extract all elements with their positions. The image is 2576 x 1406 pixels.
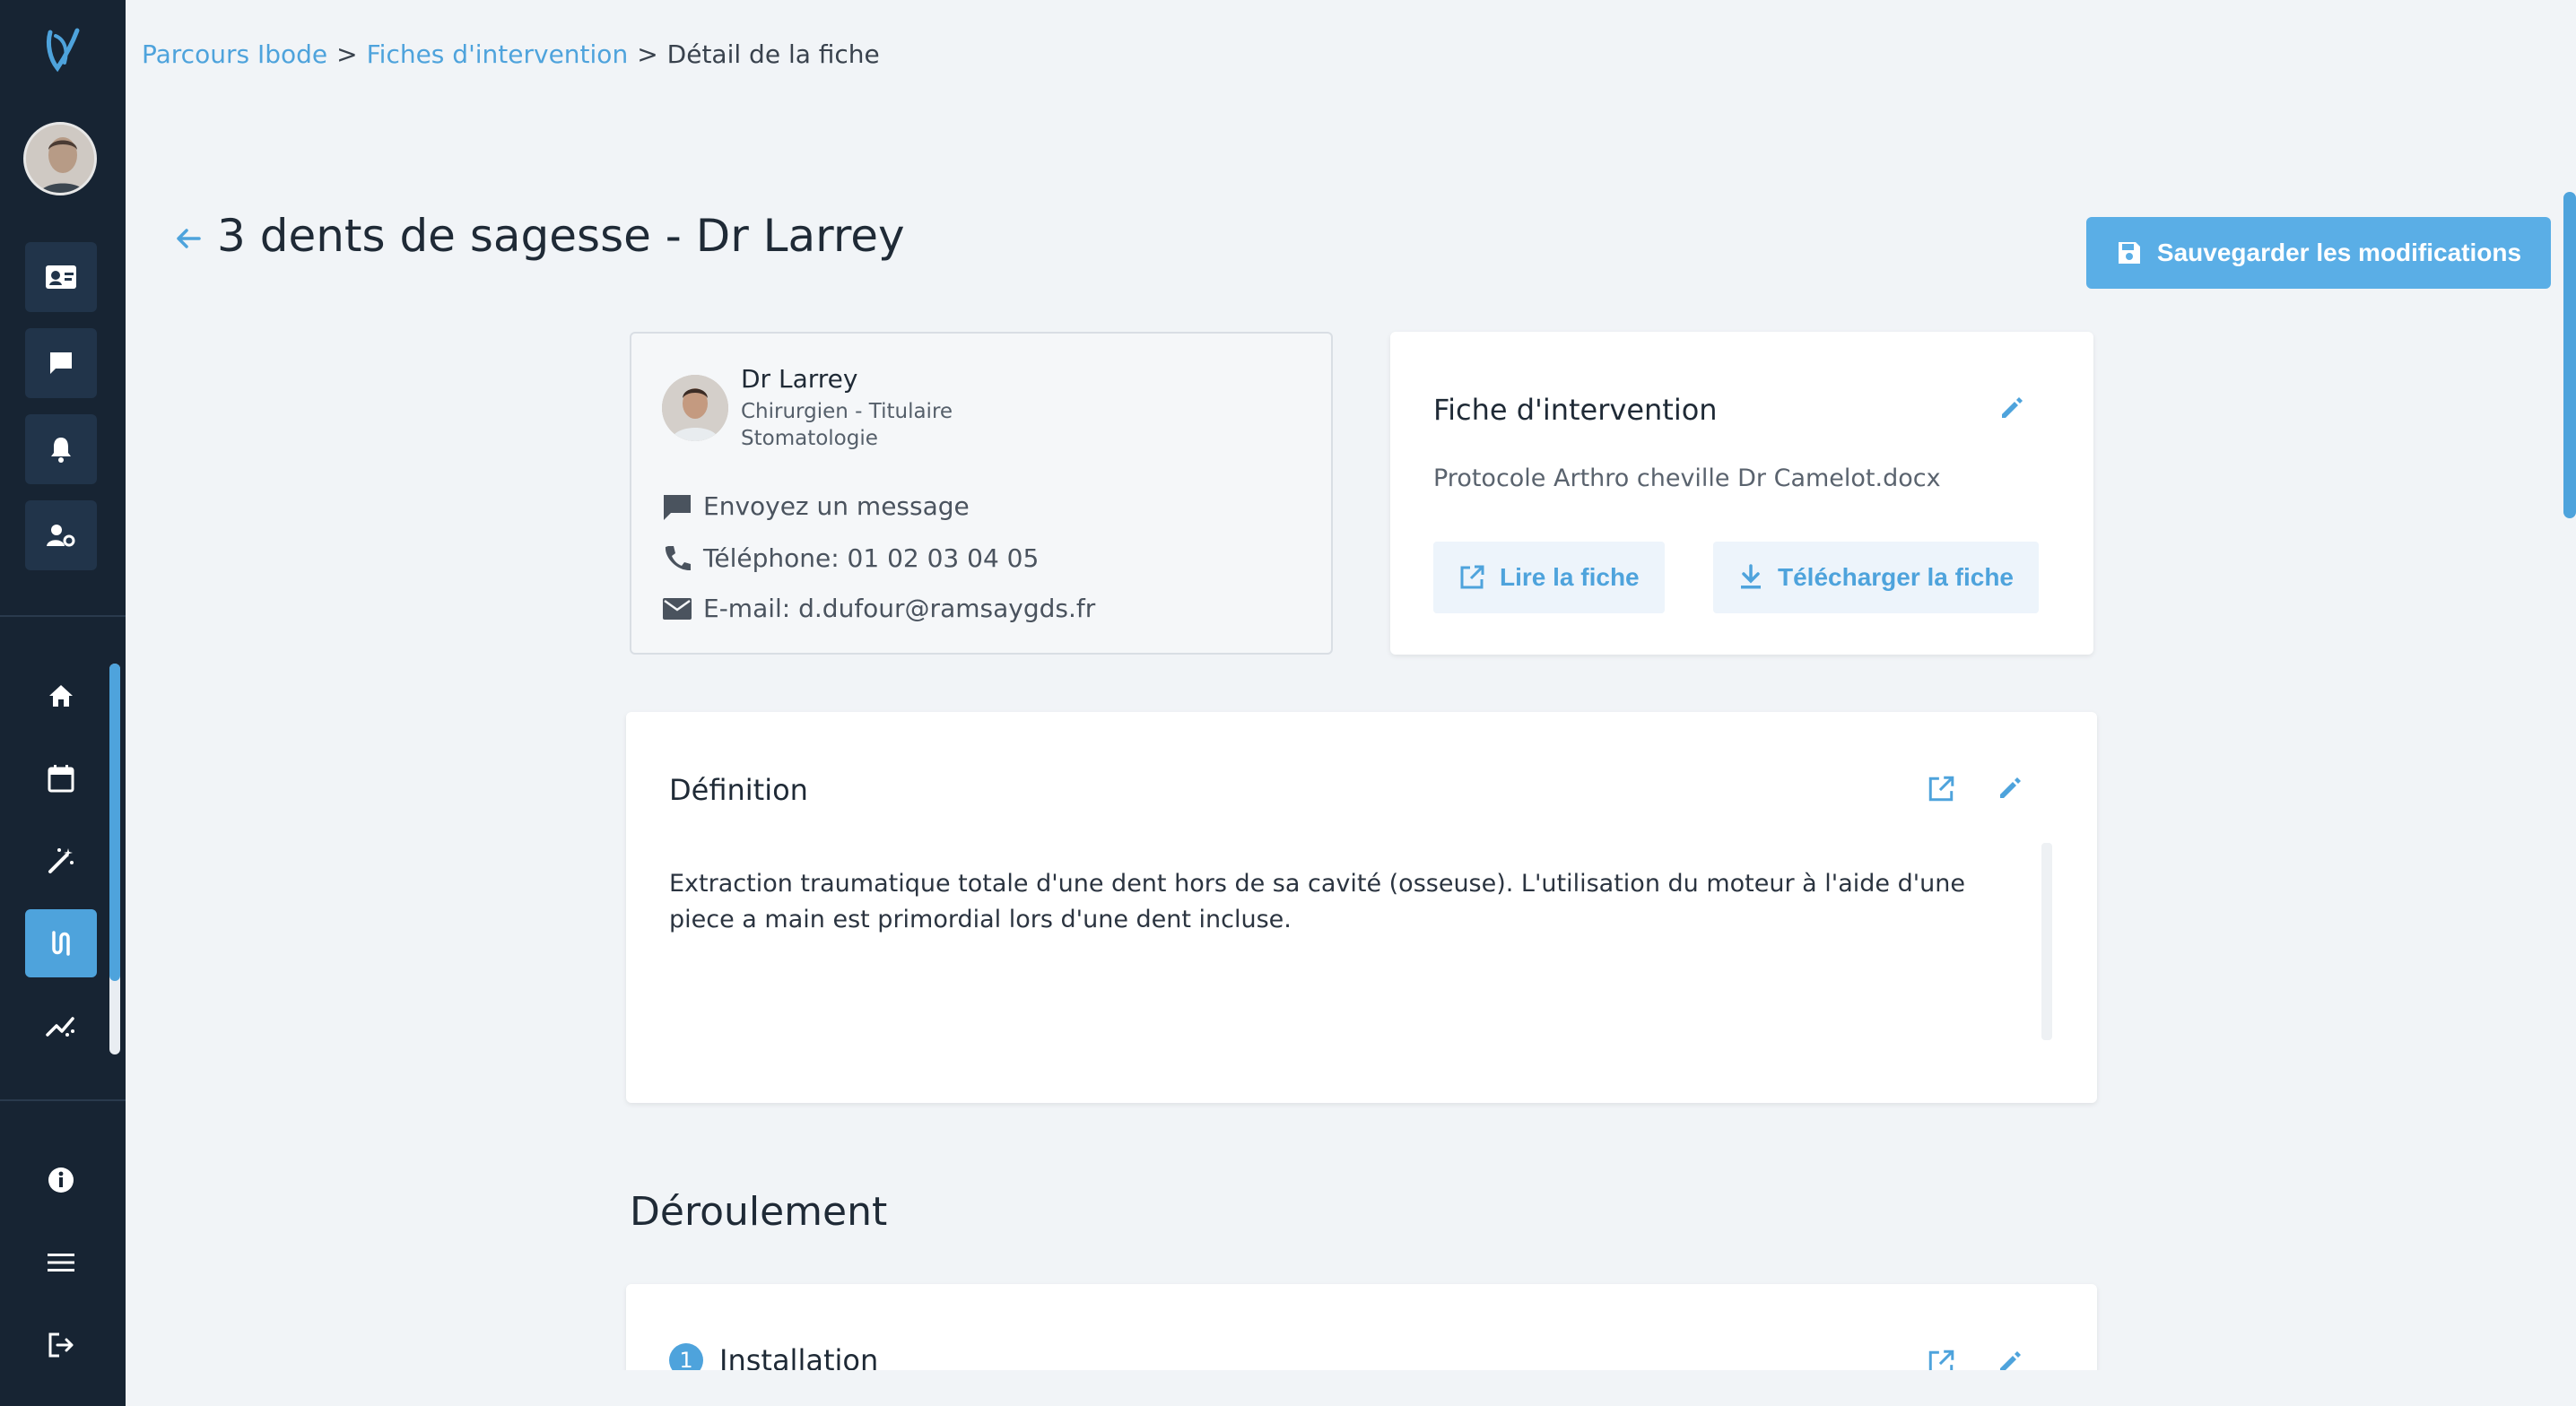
surgeon-specialty: Stomatologie xyxy=(741,427,878,450)
read-fiche-label: Lire la fiche xyxy=(1500,563,1640,591)
back-arrow-icon[interactable] xyxy=(170,221,206,256)
phone-contact[interactable]: Téléphone: 01 02 03 04 05 xyxy=(662,543,1039,573)
surgeon-name: Dr Larrey xyxy=(741,364,858,394)
menu-icon xyxy=(48,1254,74,1271)
sidebar-messages-button[interactable] xyxy=(25,328,97,398)
sidebar-analytics[interactable] xyxy=(25,992,97,1060)
read-fiche-button[interactable]: Lire la fiche xyxy=(1433,542,1665,613)
download-icon xyxy=(1741,564,1761,589)
page-bottom-fade xyxy=(126,1370,2576,1406)
sidebar-menu[interactable] xyxy=(25,1228,97,1297)
sidebar-user-settings-button[interactable] xyxy=(25,500,97,570)
surgeon-avatar xyxy=(662,375,728,441)
open-definition-icon[interactable] xyxy=(1927,775,1955,807)
sidebar-calendar[interactable] xyxy=(25,744,97,812)
definition-scrollbar[interactable] xyxy=(2041,843,2052,1040)
contact-card-icon xyxy=(46,265,76,289)
main-scrollbar-thumb[interactable] xyxy=(2563,192,2576,518)
bell-icon xyxy=(51,438,71,463)
message-icon xyxy=(664,494,691,520)
surgeon-role: Chirurgien - Titulaire xyxy=(741,400,953,423)
breadcrumb-fiches-link[interactable]: Fiches d'intervention xyxy=(367,39,629,69)
fiche-filename: Protocole Arthro cheville Dr Camelot.doc… xyxy=(1433,464,1941,492)
calendar-icon xyxy=(48,765,74,793)
breadcrumb-separator: > xyxy=(637,39,658,69)
edit-definition-icon[interactable] xyxy=(1997,775,2023,805)
sidebar xyxy=(0,0,126,1406)
fiche-card: Fiche d'intervention Protocole Arthro ch… xyxy=(1390,332,2093,655)
sidebar-scrollbar-thumb[interactable] xyxy=(109,664,120,981)
breadcrumb-parcours-link[interactable]: Parcours Ibode xyxy=(142,39,327,69)
edit-fiche-icon[interactable] xyxy=(1998,395,2025,425)
save-icon xyxy=(2118,242,2140,264)
analytics-icon xyxy=(46,1017,74,1037)
email-label: E-mail: d.dufour@ramsaygds.fr xyxy=(703,594,1096,623)
download-fiche-label: Télécharger la fiche xyxy=(1778,563,2015,591)
user-settings-icon xyxy=(47,525,75,547)
logo-icon[interactable] xyxy=(38,23,88,74)
logout-icon xyxy=(48,1332,74,1358)
phone-icon xyxy=(665,545,691,570)
home-icon xyxy=(49,685,73,707)
save-changes-button[interactable]: Sauvegarder les modifications xyxy=(2086,217,2551,289)
save-changes-label: Sauvegarder les modifications xyxy=(2156,239,2522,266)
deroulement-title: Déroulement xyxy=(630,1189,888,1235)
user-avatar[interactable] xyxy=(23,122,97,195)
send-message-link[interactable]: Envoyez un message xyxy=(662,491,970,521)
definition-text: Extraction traumatique totale d'une dent… xyxy=(669,870,1965,933)
breadcrumb-separator: > xyxy=(336,39,358,69)
sidebar-notifications-button[interactable] xyxy=(25,414,97,484)
send-message-label: Envoyez un message xyxy=(703,491,970,521)
info-icon xyxy=(48,1167,74,1193)
sidebar-tools[interactable] xyxy=(25,827,97,895)
email-contact[interactable]: E-mail: d.dufour@ramsaygds.fr xyxy=(662,594,1095,623)
open-external-icon xyxy=(1460,565,1484,589)
sidebar-logout[interactable] xyxy=(25,1311,97,1379)
surgeon-card: Dr Larrey Chirurgien - Titulaire Stomato… xyxy=(630,332,1333,655)
sidebar-home[interactable] xyxy=(25,662,97,730)
phone-label: Téléphone: 01 02 03 04 05 xyxy=(703,543,1040,573)
definition-title: Définition xyxy=(669,773,808,807)
breadcrumb-current: Détail de la fiche xyxy=(666,39,880,69)
mail-icon xyxy=(663,597,692,620)
fiche-title: Fiche d'intervention xyxy=(1433,393,1718,427)
sidebar-parcours[interactable] xyxy=(25,909,97,977)
breadcrumb: Parcours Ibode > Fiches d'intervention > Dét… xyxy=(142,39,880,69)
download-fiche-button[interactable]: Télécharger la fiche xyxy=(1713,542,2040,613)
chat-icon xyxy=(50,352,72,374)
magic-wand-icon xyxy=(48,848,74,873)
definition-card: Définition Extraction traumatique totale… xyxy=(626,712,2097,1103)
sidebar-info[interactable] xyxy=(25,1146,97,1214)
route-icon xyxy=(52,931,70,956)
sidebar-contacts-button[interactable] xyxy=(25,242,97,312)
page-title: 3 dents de sagesse - Dr Larrey xyxy=(217,210,905,262)
